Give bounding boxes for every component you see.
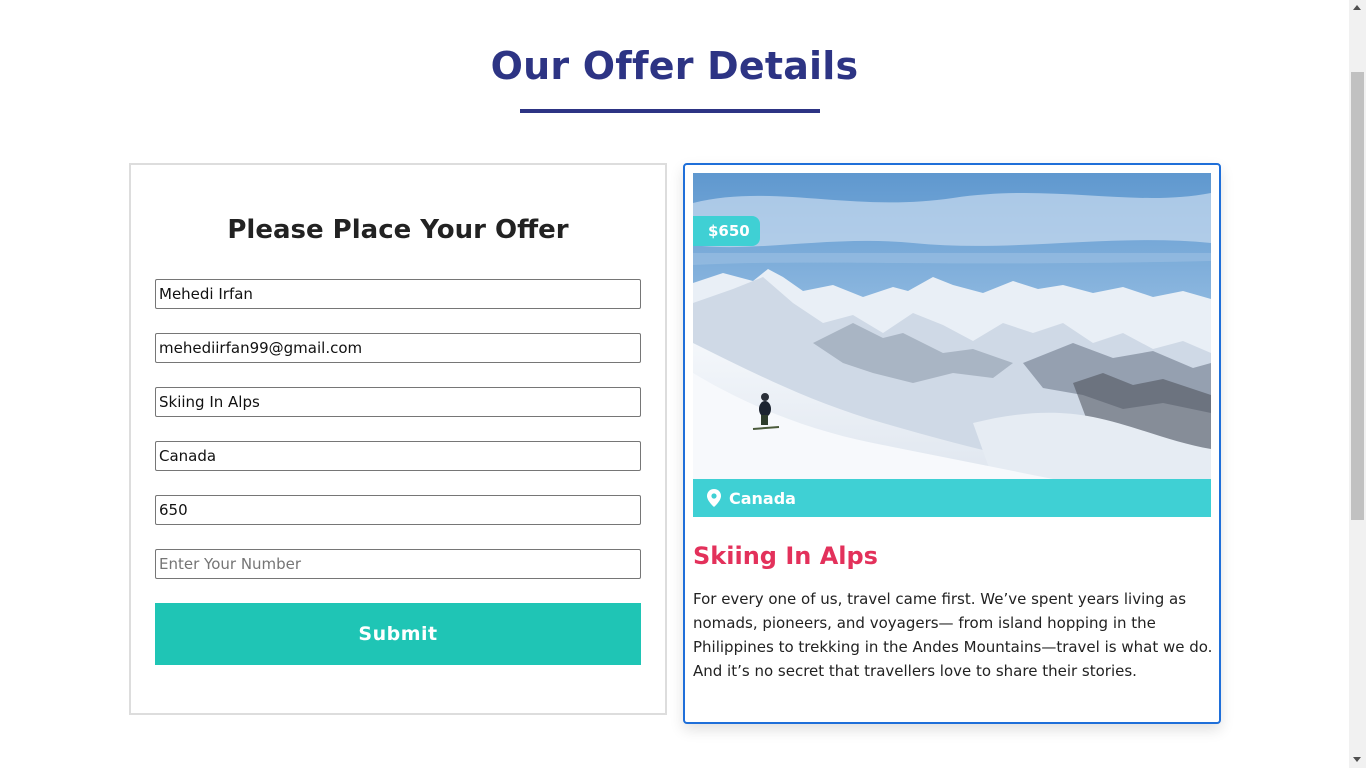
scrollbar-thumb[interactable] <box>1351 72 1364 520</box>
email-input[interactable] <box>155 333 641 363</box>
offer-name-input[interactable] <box>155 387 641 417</box>
name-input[interactable] <box>155 279 641 309</box>
price-badge: $650 <box>693 216 760 246</box>
submit-button[interactable]: Submit <box>155 603 641 665</box>
ski-mountain-image <box>693 173 1211 479</box>
page-title: Our Offer Details <box>490 44 859 88</box>
location-text: Canada <box>729 488 796 508</box>
offer-details-page: Our Offer Details Please Place Your Offe… <box>0 0 1366 768</box>
location-bar: Canada <box>693 479 1211 517</box>
offer-title: Skiing In Alps <box>693 542 878 570</box>
form-heading: Please Place Your Offer <box>227 215 569 245</box>
title-wrap: Our Offer Details <box>0 44 1349 88</box>
phone-input[interactable] <box>155 549 641 579</box>
offer-image <box>693 173 1211 479</box>
country-input[interactable] <box>155 441 641 471</box>
scroll-up-arrow-icon[interactable] <box>1353 5 1361 10</box>
offer-form-card: Please Place Your Offer Submit <box>129 163 667 715</box>
title-underline <box>520 109 820 113</box>
offer-card: $650 Canada Skiing In Alps For every one… <box>683 163 1221 724</box>
scroll-down-arrow-icon[interactable] <box>1353 757 1361 762</box>
price-input[interactable] <box>155 495 641 525</box>
offer-description: For every one of us, travel came first. … <box>693 590 1213 680</box>
map-pin-icon <box>707 489 721 507</box>
